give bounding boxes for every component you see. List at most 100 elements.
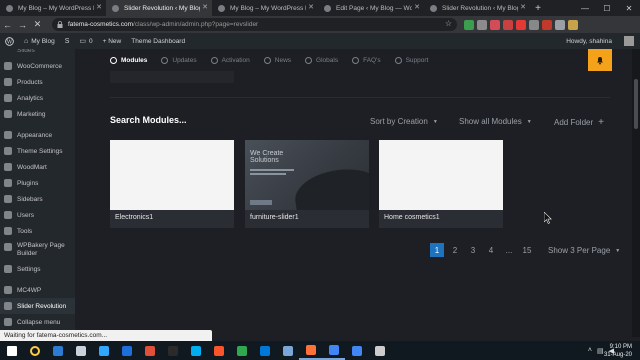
sidebar-item-users[interactable]: Users bbox=[0, 207, 75, 223]
account-link[interactable]: Howdy, shahina bbox=[566, 33, 612, 49]
notifications-button[interactable] bbox=[588, 49, 612, 71]
sidebar-item-woocommerce[interactable]: WooCommerce bbox=[0, 58, 75, 74]
sidebar-item-sidebars[interactable]: Sidebars bbox=[0, 191, 75, 207]
sidebar-item-products[interactable]: Products bbox=[0, 74, 75, 90]
theme-dashboard-link[interactable]: Theme Dashboard bbox=[126, 33, 190, 49]
close-tab-icon[interactable]: ✕ bbox=[202, 3, 208, 11]
app-icon[interactable] bbox=[138, 341, 161, 360]
back-icon[interactable]: ← bbox=[0, 16, 15, 33]
sidebar-item-analytics[interactable]: Analytics bbox=[0, 90, 75, 106]
filter-dropdown[interactable]: Show all Modules ▼ bbox=[459, 117, 532, 126]
nav-faqs[interactable]: FAQ's bbox=[352, 56, 381, 64]
divider bbox=[110, 97, 610, 98]
tab-my-blog-1[interactable]: My Blog – My WordPress Blog ✕ bbox=[0, 0, 106, 16]
sidebar-item-marketing[interactable]: Marketing bbox=[0, 106, 75, 122]
extension-icon[interactable] bbox=[503, 19, 513, 30]
page-15[interactable]: 15 bbox=[520, 243, 534, 257]
nav-modules[interactable]: Modules bbox=[110, 56, 147, 64]
wp-logo-icon[interactable]: W bbox=[0, 33, 19, 49]
extension-icon[interactable] bbox=[490, 19, 500, 30]
sidebar-item-wpbakery[interactable]: WPBakery Page Builder bbox=[0, 239, 75, 261]
module-card-home-cosmetics1[interactable]: Home cosmetics1 bbox=[379, 140, 503, 228]
sort-dropdown[interactable]: Sort by Creation ▼ bbox=[370, 117, 438, 126]
close-tab-icon[interactable]: ✕ bbox=[520, 3, 526, 11]
scrollbar-thumb[interactable] bbox=[634, 79, 638, 129]
module-card-electronics1[interactable]: Electronics1 bbox=[110, 140, 234, 228]
brave-icon[interactable] bbox=[207, 341, 230, 360]
tab-my-blog-2[interactable]: My Blog – My WordPress Blog ✕ bbox=[212, 0, 318, 16]
close-window-icon[interactable]: ✕ bbox=[618, 0, 640, 16]
app-icon[interactable] bbox=[161, 341, 184, 360]
extension-icon[interactable] bbox=[477, 19, 487, 30]
add-folder-button[interactable]: Add Folder + bbox=[554, 117, 604, 128]
windows-start-icon[interactable] bbox=[0, 341, 23, 360]
stop-loading-icon[interactable]: ✕ bbox=[30, 16, 45, 33]
maximize-icon[interactable]: ☐ bbox=[596, 0, 618, 16]
minimize-icon[interactable]: — bbox=[574, 0, 596, 16]
bookmark-star-icon[interactable]: ☆ bbox=[445, 19, 452, 28]
forward-icon[interactable]: → bbox=[15, 16, 30, 33]
task-view-icon[interactable] bbox=[46, 341, 69, 360]
close-tab-icon[interactable]: ✕ bbox=[96, 3, 102, 11]
per-page-label: Show 3 Per Page bbox=[548, 246, 611, 255]
sidebar-item-appearance[interactable]: Appearance bbox=[0, 127, 75, 143]
sidebar-item-collapse-menu[interactable]: Collapse menu bbox=[0, 314, 75, 330]
close-tab-icon[interactable]: ✕ bbox=[308, 3, 314, 11]
nav-activation[interactable]: Activation bbox=[210, 56, 250, 64]
app-icon[interactable] bbox=[230, 341, 253, 360]
skype-icon[interactable] bbox=[184, 341, 207, 360]
extension-icon[interactable] bbox=[568, 19, 578, 30]
edge-icon[interactable] bbox=[253, 341, 276, 360]
close-tab-icon[interactable]: ✕ bbox=[414, 3, 420, 11]
page-scrollbar[interactable] bbox=[632, 49, 640, 337]
tab-edit-page[interactable]: Edit Page ‹ My Blog — WordPr ✕ bbox=[318, 0, 424, 16]
network-icon[interactable]: ▤ bbox=[597, 347, 604, 355]
page-3[interactable]: 3 bbox=[466, 243, 480, 257]
photoshop-icon[interactable] bbox=[92, 341, 115, 360]
nav-updates[interactable]: Updates bbox=[161, 56, 197, 64]
sidebar-item-settings[interactable]: Settings bbox=[0, 261, 75, 277]
sidebar-item-label: WooCommerce bbox=[17, 62, 63, 70]
sidebar-item-theme-settings[interactable]: Theme Settings bbox=[0, 143, 75, 159]
sidebar-item-tools[interactable]: Tools bbox=[0, 223, 75, 239]
sidebar-item-slider-revolution[interactable]: Slider Revolution bbox=[0, 298, 75, 314]
nav-label: Support bbox=[405, 56, 429, 64]
sidebar-item-mc4wp[interactable]: MC4WP bbox=[0, 282, 75, 298]
sidebar-item-plugins[interactable]: Plugins bbox=[0, 175, 75, 191]
chrome-icon[interactable] bbox=[345, 341, 368, 360]
app-icon[interactable] bbox=[276, 341, 299, 360]
per-page-dropdown[interactable]: Show 3 Per Page ▼ bbox=[548, 246, 620, 255]
extension-icon[interactable] bbox=[542, 19, 552, 30]
extension-icon[interactable] bbox=[529, 19, 539, 30]
customize-link[interactable]: S bbox=[60, 33, 75, 49]
nav-globals[interactable]: Globals bbox=[305, 56, 338, 64]
extension-icon[interactable] bbox=[464, 19, 474, 30]
nav-news[interactable]: News bbox=[263, 56, 291, 64]
nav-support[interactable]: Support bbox=[394, 56, 429, 64]
site-name-link[interactable]: ⌂ My Blog bbox=[19, 33, 60, 49]
new-content-link[interactable]: + New bbox=[98, 33, 127, 49]
new-tab-button[interactable]: + bbox=[530, 0, 546, 16]
extension-icon[interactable] bbox=[516, 19, 526, 30]
firefox-icon[interactable] bbox=[299, 341, 322, 360]
search-icon[interactable] bbox=[23, 341, 46, 360]
tab-slider-revolution-2[interactable]: Slider Revolution ‹ My Blog — ✕ bbox=[424, 0, 530, 16]
page-1[interactable]: 1 bbox=[430, 243, 444, 257]
page-4[interactable]: 4 bbox=[484, 243, 498, 257]
chevron-up-icon[interactable]: ˄ bbox=[588, 347, 592, 354]
comments-link[interactable]: ▭ 0 bbox=[74, 33, 97, 49]
wpbakery-icon bbox=[4, 243, 12, 251]
avatar[interactable] bbox=[624, 36, 634, 46]
mc4wp-icon bbox=[4, 286, 12, 294]
page-2[interactable]: 2 bbox=[448, 243, 462, 257]
clock[interactable]: 9:10 PM 31-Aug-20 bbox=[604, 343, 632, 359]
word-icon[interactable] bbox=[115, 341, 138, 360]
file-explorer-icon[interactable] bbox=[69, 341, 92, 360]
chrome-icon[interactable] bbox=[322, 341, 345, 360]
extension-icon[interactable] bbox=[555, 19, 565, 30]
tab-slider-revolution[interactable]: Slider Revolution ‹ My Blog — ✕ bbox=[106, 0, 212, 16]
module-card-furniture-slider1[interactable]: We Create Solutions furniture-slider1 bbox=[245, 140, 369, 228]
app-icon[interactable] bbox=[368, 341, 391, 360]
address-bar[interactable]: fatema-cosmetics.com/class/wp-admin/admi… bbox=[52, 18, 457, 31]
sidebar-item-woodmart[interactable]: WoodMart bbox=[0, 159, 75, 175]
